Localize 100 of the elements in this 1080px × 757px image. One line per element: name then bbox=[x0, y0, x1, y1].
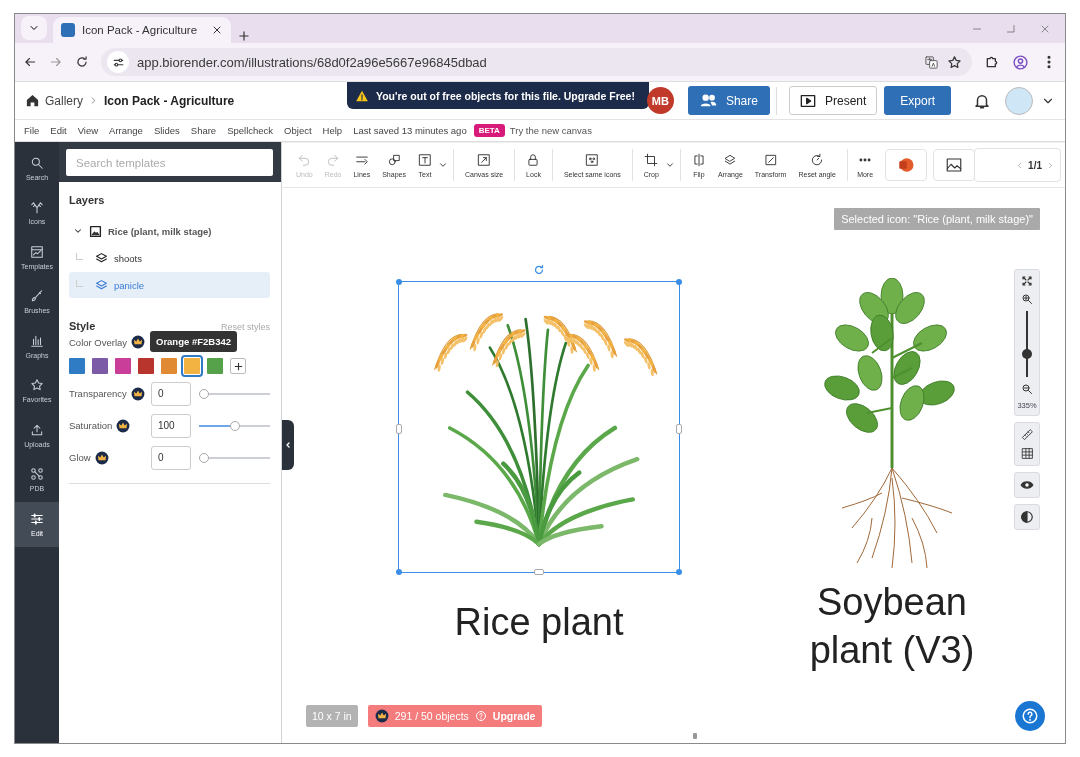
zoom-in-icon[interactable] bbox=[1021, 293, 1033, 305]
close-icon[interactable] bbox=[211, 24, 223, 36]
menu-item[interactable]: Arrange bbox=[109, 125, 143, 136]
chevron-icon[interactable] bbox=[73, 226, 83, 236]
color-swatch[interactable] bbox=[115, 358, 131, 374]
number-field[interactable]: 100 bbox=[151, 413, 191, 438]
resize-handle[interactable] bbox=[676, 279, 682, 285]
ruler-icon[interactable] bbox=[1020, 428, 1034, 441]
resize-handle[interactable] bbox=[396, 569, 402, 575]
add-color-button[interactable] bbox=[230, 358, 246, 374]
section-title: Style bbox=[69, 320, 96, 332]
layer-item[interactable]: shoots bbox=[69, 245, 270, 271]
menu-item[interactable]: Edit bbox=[50, 125, 67, 136]
home-icon[interactable] bbox=[25, 93, 40, 108]
menu-item[interactable]: View bbox=[77, 125, 99, 136]
slider-thumb[interactable] bbox=[199, 388, 209, 399]
rotate-icon bbox=[810, 152, 825, 167]
resize-handle[interactable] bbox=[534, 569, 544, 575]
template-icon bbox=[30, 244, 44, 259]
search-field[interactable]: Search templates bbox=[66, 149, 273, 176]
crown-icon bbox=[131, 335, 146, 349]
color-swatch[interactable] bbox=[184, 358, 200, 374]
object-count: 291 / 50 objects bbox=[394, 710, 469, 722]
select-icon bbox=[585, 152, 600, 167]
contrast-icon bbox=[1020, 510, 1034, 524]
menu-item[interactable]: Slides bbox=[153, 125, 180, 136]
layer-item[interactable]: panicle bbox=[69, 272, 270, 298]
brush-icon bbox=[30, 289, 44, 304]
number-field[interactable]: 0 bbox=[151, 445, 191, 470]
site-info-icon[interactable] bbox=[111, 55, 125, 69]
translate-icon[interactable] bbox=[924, 54, 939, 70]
color-swatch[interactable] bbox=[69, 358, 85, 374]
image-button[interactable] bbox=[933, 149, 976, 181]
slider-thumb[interactable] bbox=[229, 420, 240, 431]
bookmark-star-icon[interactable] bbox=[947, 54, 962, 70]
forward-icon[interactable] bbox=[49, 55, 63, 69]
reload-icon[interactable] bbox=[75, 55, 89, 69]
rotate-handle-icon[interactable] bbox=[533, 264, 545, 276]
breadcrumb-link[interactable]: Gallery bbox=[45, 93, 83, 108]
menu-item[interactable]: Help bbox=[322, 125, 343, 136]
help-icon bbox=[1021, 707, 1039, 725]
shapes-icon bbox=[387, 152, 402, 167]
user-avatar[interactable]: MB bbox=[646, 87, 674, 114]
browser-tab[interactable]: Icon Pack - Agriculture bbox=[53, 17, 231, 43]
caret-icon[interactable] bbox=[437, 160, 448, 170]
image-icon bbox=[89, 224, 102, 238]
color-swatch[interactable] bbox=[92, 358, 108, 374]
present-button[interactable]: Present bbox=[788, 86, 878, 115]
text-box-icon bbox=[417, 152, 432, 167]
new-tab-icon[interactable] bbox=[237, 29, 251, 43]
upgrade-notice: You're out of free objects for this file. Upgrade Free! bbox=[346, 82, 649, 109]
layers-icon bbox=[723, 152, 738, 167]
slider-thumb[interactable] bbox=[199, 452, 209, 463]
menu-item[interactable]: File bbox=[24, 125, 40, 136]
menu-item[interactable]: Spellcheck bbox=[227, 125, 274, 136]
redo-icon bbox=[326, 152, 341, 167]
extensions-icon[interactable] bbox=[984, 54, 1000, 70]
resize-handle[interactable] bbox=[676, 569, 682, 575]
crown-icon bbox=[374, 709, 389, 723]
canvas-size-label: 10 x 7 in bbox=[306, 705, 358, 727]
share-button[interactable]: Share bbox=[687, 86, 770, 115]
color-swatch[interactable] bbox=[161, 358, 177, 374]
contrast-button[interactable] bbox=[1014, 504, 1040, 530]
people-icon bbox=[699, 92, 717, 109]
resize-handle[interactable] bbox=[676, 424, 682, 434]
export-button[interactable]: Export bbox=[884, 86, 951, 115]
caption-text[interactable]: Soybean plant (V3) bbox=[777, 578, 1007, 674]
resize-handle[interactable] bbox=[396, 279, 402, 285]
caption-text[interactable]: Rice plant bbox=[398, 598, 680, 646]
color-swatch[interactable] bbox=[207, 358, 223, 374]
tab-title[interactable]: Icon Pack - Agriculture bbox=[82, 24, 204, 36]
powerpoint-button[interactable] bbox=[885, 149, 928, 181]
new-canvas-link[interactable]: Try the new canvas bbox=[509, 125, 592, 136]
menu-item[interactable]: Object bbox=[284, 125, 312, 136]
profile-icon[interactable] bbox=[1012, 53, 1029, 71]
caret-icon[interactable] bbox=[664, 160, 675, 170]
transform-icon bbox=[763, 152, 778, 167]
collapse-handle[interactable] bbox=[282, 420, 294, 470]
crown-icon bbox=[94, 450, 109, 465]
zoom-slider-thumb[interactable] bbox=[1022, 348, 1032, 359]
tab-list-button[interactable] bbox=[21, 16, 47, 40]
star-icon bbox=[30, 378, 44, 393]
field-label: Saturation bbox=[69, 420, 113, 431]
crown-icon bbox=[116, 418, 131, 433]
grid-icon[interactable] bbox=[1020, 447, 1034, 460]
color-swatch[interactable] bbox=[138, 358, 154, 374]
resize-handle[interactable] bbox=[396, 424, 402, 434]
page-counter: 1/1 bbox=[1028, 159, 1042, 171]
address-bar[interactable]: app.biorender.com/illustrations/68d0f2a96e5667e96845dbad bbox=[101, 48, 972, 76]
layers-icon bbox=[95, 278, 108, 292]
lock-icon bbox=[526, 152, 541, 167]
fit-screen-icon[interactable] bbox=[1021, 275, 1033, 287]
layer-item[interactable]: Rice (plant, milk stage) bbox=[69, 218, 270, 244]
zoom-out-icon[interactable] bbox=[1021, 383, 1033, 395]
field-label: Color Overlay bbox=[69, 336, 128, 348]
visibility-button[interactable] bbox=[1014, 472, 1040, 498]
help-button[interactable] bbox=[1015, 701, 1045, 731]
number-field[interactable]: 0 bbox=[151, 381, 191, 406]
back-icon[interactable] bbox=[23, 55, 37, 69]
menu-item[interactable]: Share bbox=[190, 125, 217, 136]
